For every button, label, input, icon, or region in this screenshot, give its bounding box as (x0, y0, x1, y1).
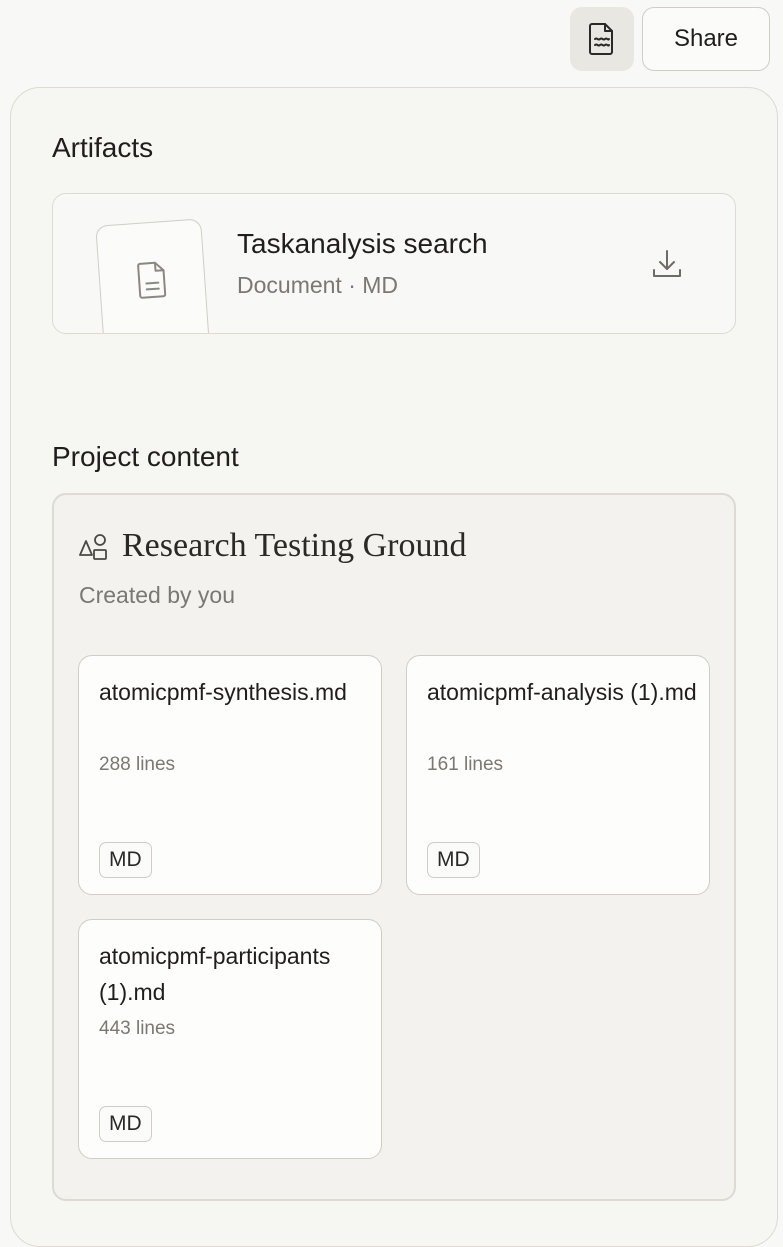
file-type-badge: MD (427, 842, 480, 878)
top-toolbar: Share (0, 0, 783, 80)
file-line-count: 443 lines (99, 1018, 176, 1039)
artifact-card[interactable]: Taskanalysis search Document · MD (52, 193, 736, 334)
project-subtitle: Created by you (79, 582, 235, 608)
file-type-badge: MD (99, 1106, 152, 1142)
document-wave-icon (589, 23, 613, 55)
side-panel: Artifacts Taskanalysis search Document ·… (10, 87, 778, 1247)
file-name: atomicpmf-synthesis.md (99, 679, 347, 705)
file-card[interactable]: atomicpmf-participants (1).md 443 lines … (78, 919, 382, 1159)
project-card[interactable]: Research Testing Ground Created by you a… (52, 493, 736, 1201)
share-button[interactable]: Share (642, 7, 770, 71)
file-name: atomicpmf-participants (1).md (99, 943, 331, 1005)
project-name: Research Testing Ground (122, 527, 467, 564)
artifacts-heading: Artifacts (52, 132, 154, 163)
download-button[interactable] (649, 246, 685, 282)
file-line-count: 288 lines (99, 754, 176, 775)
file-line-count: 161 lines (427, 754, 504, 775)
download-icon (653, 250, 681, 277)
file-card[interactable]: atomicpmf-synthesis.md 288 lines MD (78, 655, 382, 895)
artifact-title: Taskanalysis search (237, 228, 488, 259)
document-icon (137, 261, 167, 299)
artifact-toggle-button[interactable] (570, 7, 634, 71)
file-name: atomicpmf-analysis (1).md (427, 679, 697, 705)
shapes-icon (79, 534, 107, 560)
file-type-badge: MD (99, 842, 152, 878)
project-content-heading: Project content (52, 441, 239, 472)
artifact-thumbnail (95, 218, 211, 333)
artifact-meta: Document · MD (237, 272, 399, 298)
file-card[interactable]: atomicpmf-analysis (1).md 161 lines MD (406, 655, 710, 895)
